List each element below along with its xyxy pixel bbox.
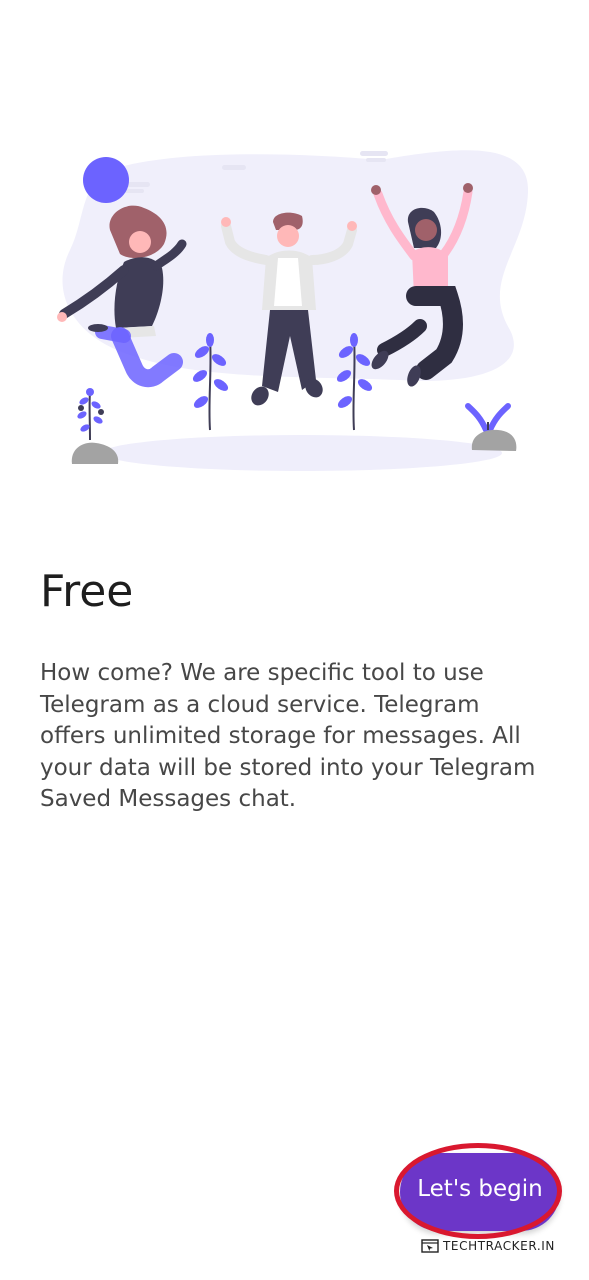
right-plant xyxy=(465,403,517,451)
sun-shape xyxy=(83,157,129,203)
lets-begin-button[interactable]: Let's begin xyxy=(400,1153,560,1231)
cursor-box-icon xyxy=(421,1239,439,1253)
people-jumping-illustration xyxy=(57,150,529,471)
lets-begin-label: Let's begin xyxy=(417,1176,543,1202)
left-plant xyxy=(71,388,119,464)
watermark-text: TECHTRACKER.IN xyxy=(443,1239,555,1253)
ground-shape xyxy=(102,435,502,471)
onboarding-description: How come? We are specific tool to use Te… xyxy=(40,660,536,812)
onboarding-title: Free xyxy=(40,566,134,617)
watermark: TECHTRACKER.IN xyxy=(421,1236,555,1256)
